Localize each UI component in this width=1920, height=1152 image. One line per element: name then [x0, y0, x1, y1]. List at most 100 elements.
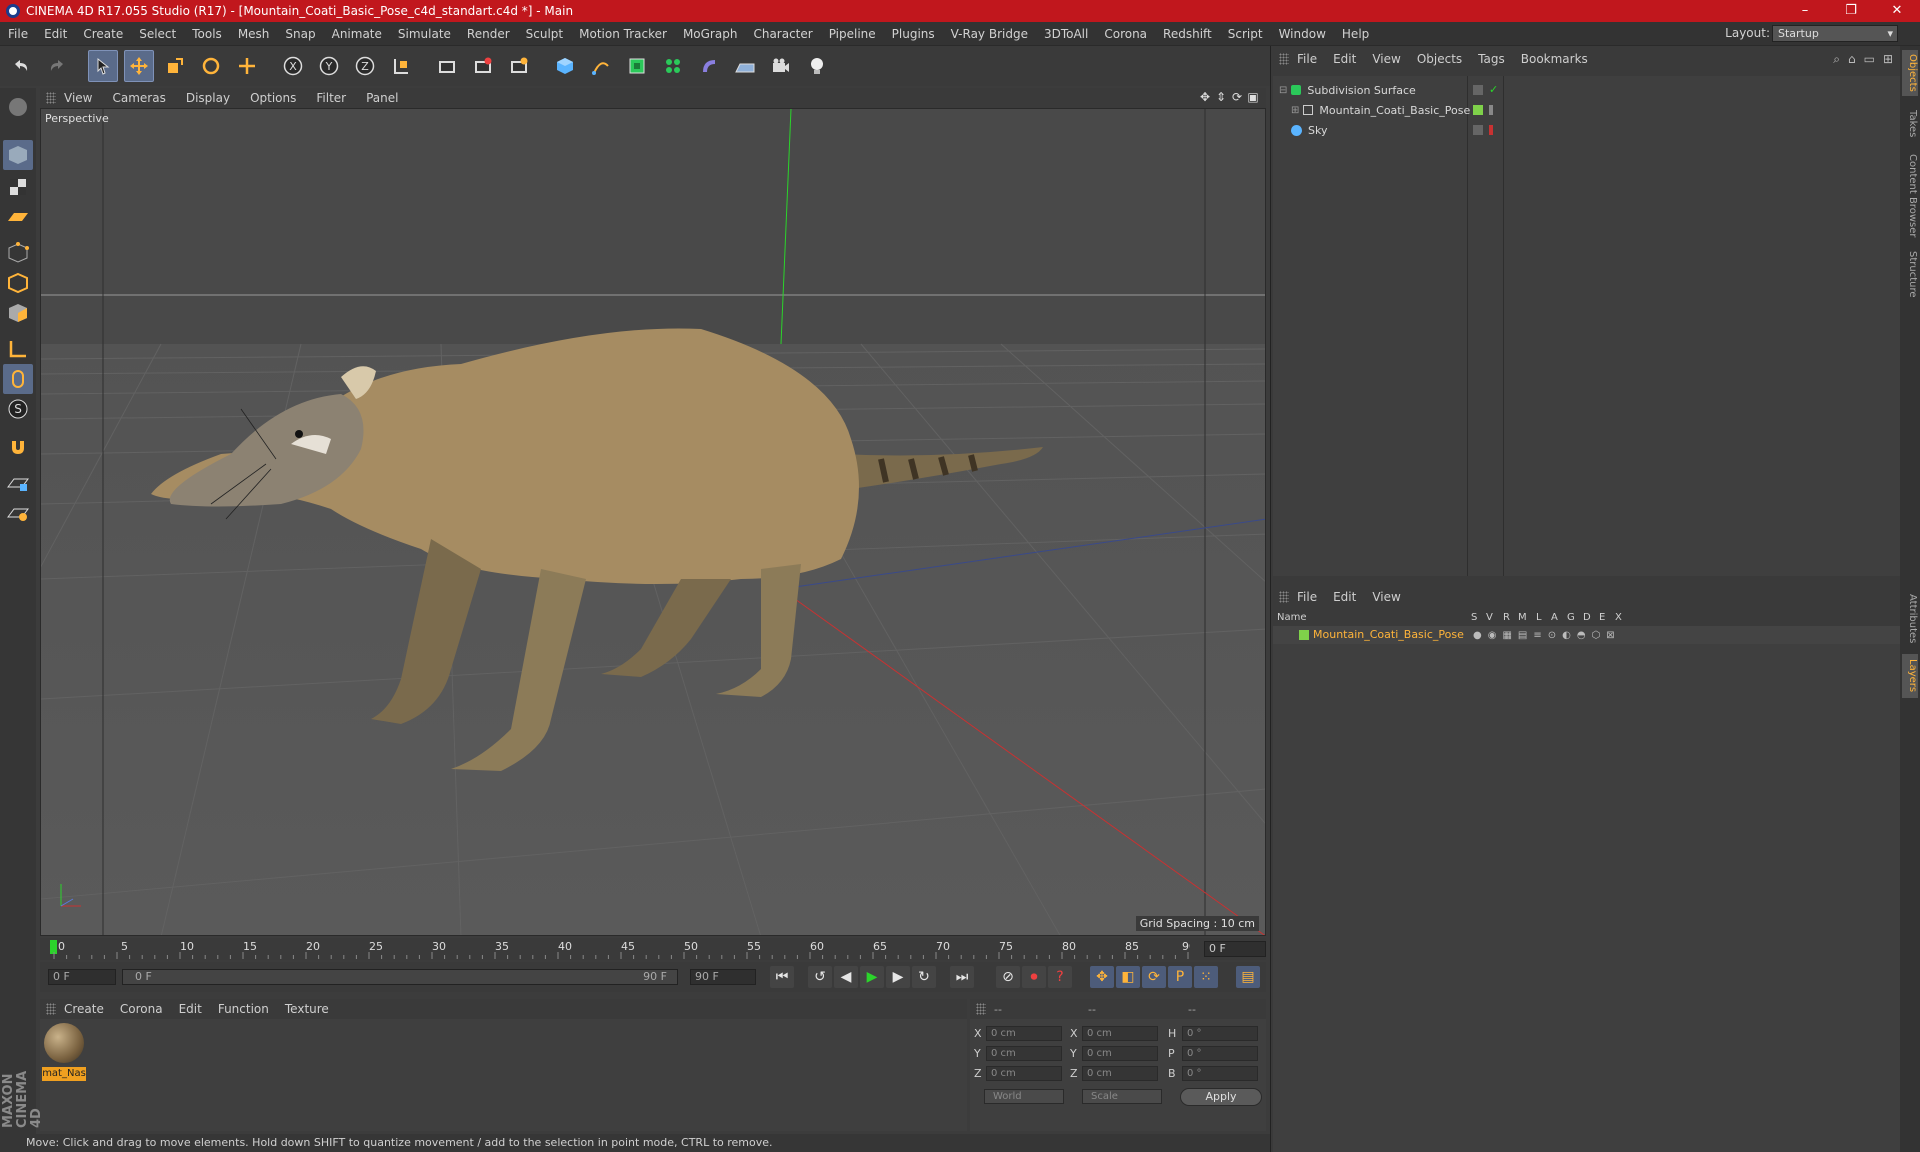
object-row[interactable]: ⊟ Subdivision Surface ✓ [1273, 80, 1901, 100]
timeline-window-button[interactable]: ▤ [1236, 966, 1260, 988]
orbit-view-icon[interactable]: ⟳ [1230, 90, 1244, 104]
cloner-button[interactable] [658, 50, 688, 82]
texture-mode-button[interactable] [3, 172, 33, 202]
render-disabled-icon[interactable] [1489, 125, 1493, 135]
magnet-button[interactable] [3, 432, 33, 462]
column-generators[interactable]: G [1567, 612, 1575, 623]
light-button[interactable] [802, 50, 832, 82]
render-settings-button[interactable] [504, 50, 534, 82]
move-tool-button[interactable] [124, 50, 154, 82]
layout-select[interactable]: Startup [1772, 25, 1898, 42]
panel-grip-icon[interactable] [1279, 591, 1289, 603]
visibility-toggle-icon[interactable] [1473, 85, 1483, 95]
tab-layers[interactable]: Layers [1902, 654, 1918, 698]
menu-simulate[interactable]: Simulate [390, 27, 459, 41]
edges-mode-button[interactable] [3, 268, 33, 298]
perspective-viewport[interactable]: Perspective Grid Spacing : 10 cm [40, 108, 1266, 936]
rot-h-field[interactable]: 0 ° [1182, 1026, 1258, 1041]
column-view[interactable]: V [1486, 612, 1493, 623]
material-item[interactable]: mat_Nas [40, 1019, 90, 1085]
start-frame-field[interactable]: 0 F [48, 969, 116, 985]
model-mode-button[interactable] [3, 140, 33, 170]
rot-b-field[interactable]: 0 ° [1182, 1066, 1258, 1081]
pos-y-field[interactable]: 0 cm [986, 1046, 1062, 1061]
column-deformers[interactable]: D [1583, 612, 1591, 623]
tab-objects[interactable]: Objects [1902, 50, 1918, 96]
material-menu-corona[interactable]: Corona [120, 1002, 163, 1016]
pos-z-field[interactable]: 0 cm [986, 1066, 1062, 1081]
enabled-check-icon[interactable]: ✓ [1489, 83, 1498, 96]
maximize-button[interactable]: ❐ [1828, 0, 1874, 22]
coordinate-mode-select[interactable]: World [984, 1089, 1064, 1104]
move-alt-tool-button[interactable] [232, 50, 262, 82]
menu-script[interactable]: Script [1220, 27, 1271, 41]
workplane-mode-button[interactable] [3, 202, 33, 232]
om-menu-bookmarks[interactable]: Bookmarks [1521, 52, 1588, 66]
prev-key-button[interactable]: ↺ [808, 966, 832, 988]
key-parameter-button[interactable]: P [1168, 966, 1192, 988]
menu-pipeline[interactable]: Pipeline [821, 27, 884, 41]
viewport-camera-label[interactable]: Perspective [45, 112, 109, 125]
om-menu-edit[interactable]: Edit [1333, 52, 1356, 66]
current-frame-field[interactable]: 0 F [1204, 941, 1266, 957]
layer-color-swatch[interactable] [1299, 630, 1309, 640]
toggle-view-icon[interactable]: ▣ [1246, 90, 1260, 104]
record-keys-button[interactable]: ⊘ [996, 966, 1020, 988]
tab-attributes[interactable]: Attributes [1902, 588, 1918, 650]
goto-end-button[interactable]: ⏭ [950, 966, 974, 988]
key-scale-button[interactable]: ◧ [1116, 966, 1140, 988]
menu-3dtoall[interactable]: 3DToAll [1036, 27, 1096, 41]
menu-animate[interactable]: Animate [324, 27, 390, 41]
material-menu-function[interactable]: Function [218, 1002, 269, 1016]
key-pla-button[interactable]: ⁙ [1194, 966, 1218, 988]
menu-motion-tracker[interactable]: Motion Tracker [571, 27, 675, 41]
menu-snap[interactable]: Snap [277, 27, 323, 41]
menu-character[interactable]: Character [745, 27, 820, 41]
viewport-menu-cameras[interactable]: Cameras [112, 91, 175, 105]
column-locked[interactable]: L [1536, 612, 1542, 623]
menu-select[interactable]: Select [131, 27, 184, 41]
visibility-dots-icon[interactable] [1489, 105, 1493, 115]
column-solo[interactable]: S [1471, 612, 1477, 623]
size-x-field[interactable]: 0 cm [1082, 1026, 1158, 1041]
menu-mesh[interactable]: Mesh [230, 27, 278, 41]
close-button[interactable]: ✕ [1874, 0, 1920, 22]
column-xref[interactable]: X [1615, 612, 1622, 623]
autokey-button[interactable]: ⏺ [1022, 966, 1046, 988]
floor-button[interactable] [730, 50, 760, 82]
lm-menu-edit[interactable]: Edit [1333, 590, 1356, 604]
tab-takes[interactable]: Takes [1902, 104, 1918, 144]
panel-grip-icon[interactable] [1279, 53, 1289, 65]
goto-start-button[interactable]: ⏮ [770, 966, 794, 988]
viewport-menu-options[interactable]: Options [250, 91, 306, 105]
next-key-button[interactable]: ↻ [912, 966, 936, 988]
new-view-icon[interactable]: ▭ [1864, 52, 1875, 67]
play-button[interactable]: ▶ [860, 966, 884, 988]
layer-row[interactable]: Mountain_Coati_Basic_Pose ●◉▦▤≡⊙◐◓⬡⊠ [1273, 626, 1901, 644]
tab-structure[interactable]: Structure [1902, 246, 1918, 302]
size-z-field[interactable]: 0 cm [1082, 1066, 1158, 1081]
deformer-button[interactable] [694, 50, 724, 82]
pan-view-icon[interactable]: ✥ [1198, 90, 1212, 104]
column-render[interactable]: R [1503, 612, 1510, 623]
menu-sculpt[interactable]: Sculpt [518, 27, 571, 41]
menu-help[interactable]: Help [1334, 27, 1377, 41]
object-row[interactable]: ⊞ Mountain_Coati_Basic_Pose [1273, 100, 1901, 120]
layer-color-icon[interactable] [1473, 105, 1483, 115]
preview-range-slider[interactable]: 0 F 90 F [122, 969, 678, 985]
expand-icon[interactable]: ⊞ [1883, 52, 1893, 67]
y-axis-button[interactable]: Y [314, 50, 344, 82]
menu-mograph[interactable]: MoGraph [675, 27, 746, 41]
panel-grip-icon[interactable] [46, 92, 56, 104]
menu-redshift[interactable]: Redshift [1155, 27, 1220, 41]
viewport-menu-display[interactable]: Display [186, 91, 240, 105]
subdivision-button[interactable] [622, 50, 652, 82]
key-position-button[interactable]: ✥ [1090, 966, 1114, 988]
column-animation[interactable]: A [1551, 612, 1558, 623]
menu-tools[interactable]: Tools [184, 27, 230, 41]
viewport-menu-view[interactable]: View [64, 91, 102, 105]
undo-button[interactable] [6, 50, 36, 82]
object-row[interactable]: Sky [1273, 120, 1901, 140]
make-editable-button[interactable] [3, 92, 33, 122]
om-menu-objects[interactable]: Objects [1417, 52, 1462, 66]
